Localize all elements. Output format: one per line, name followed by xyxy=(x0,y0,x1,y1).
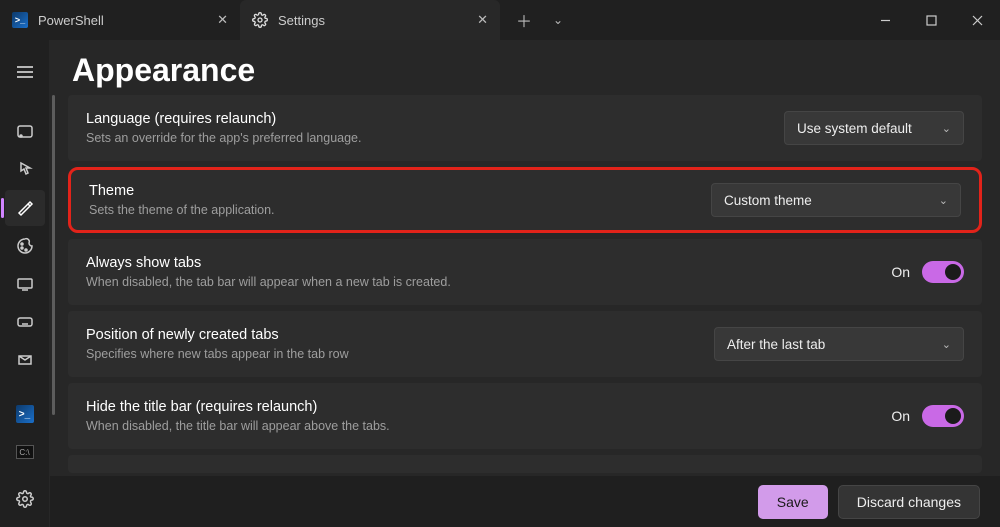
show-tabs-state: On xyxy=(891,264,910,280)
new-tab-dropdown[interactable]: ⌄ xyxy=(544,6,572,34)
page-title: Appearance xyxy=(72,52,255,89)
maximize-button[interactable] xyxy=(908,4,954,36)
sidebar-item-appearance[interactable] xyxy=(5,190,45,226)
row-tab-position-title: Position of newly created tabs xyxy=(86,327,694,343)
hamburger-icon[interactable] xyxy=(5,54,45,90)
theme-select-value: Custom theme xyxy=(724,193,929,208)
hide-title-toggle[interactable] xyxy=(922,405,964,427)
row-language-desc: Sets an override for the app's preferred… xyxy=(86,131,764,145)
minimize-button[interactable] xyxy=(862,4,908,36)
sidebar-item-ps-profile[interactable]: >_ xyxy=(5,396,45,432)
tab-position-value: After the last tab xyxy=(727,337,932,352)
tab-settings[interactable]: Settings ✕ xyxy=(240,0,500,40)
scroll-area: Language (requires relaunch) Sets an ove… xyxy=(50,95,1000,475)
close-icon[interactable]: ✕ xyxy=(477,12,488,28)
sidebar-item-profiles[interactable] xyxy=(5,342,45,378)
row-theme[interactable]: Theme Sets the theme of the application.… xyxy=(68,167,982,233)
row-hide-title-title: Hide the title bar (requires relaunch) xyxy=(86,399,871,415)
row-hide-title-desc: When disabled, the title bar will appear… xyxy=(86,419,871,433)
row-theme-title: Theme xyxy=(89,183,691,199)
sidebar-item-startup[interactable] xyxy=(5,114,45,150)
row-hide-title[interactable]: Hide the title bar (requires relaunch) W… xyxy=(68,383,982,449)
row-language-title: Language (requires relaunch) xyxy=(86,111,764,127)
titlebar: >_ PowerShell ✕ Settings ✕ ＋ ⌄ xyxy=(0,0,1000,40)
language-select[interactable]: Use system default ⌄ xyxy=(784,111,964,145)
window-controls xyxy=(862,4,1000,36)
content-header: Appearance xyxy=(50,40,1000,95)
tab-powershell-label: PowerShell xyxy=(38,13,207,28)
hide-title-state: On xyxy=(891,408,910,424)
discard-button-label: Discard changes xyxy=(857,494,961,510)
sidebar-item-interaction[interactable] xyxy=(5,152,45,188)
footer: Save Discard changes xyxy=(50,475,1000,527)
sidebar-item-color[interactable] xyxy=(5,228,45,264)
show-tabs-toggle[interactable] xyxy=(922,261,964,283)
chevron-down-icon: ⌄ xyxy=(939,194,948,207)
tab-position-select[interactable]: After the last tab ⌄ xyxy=(714,327,964,361)
row-partial[interactable] xyxy=(68,455,982,473)
settings-gear-icon[interactable] xyxy=(5,481,45,517)
discard-button[interactable]: Discard changes xyxy=(838,485,980,519)
sidebar: >_ C:\ xyxy=(0,40,50,527)
close-window-button[interactable] xyxy=(954,4,1000,36)
powershell-icon: >_ xyxy=(12,12,28,28)
row-show-tabs-title: Always show tabs xyxy=(86,255,871,271)
scrollbar[interactable] xyxy=(52,95,55,415)
sidebar-item-actions[interactable] xyxy=(5,304,45,340)
new-tab-button[interactable]: ＋ xyxy=(510,6,538,34)
row-theme-desc: Sets the theme of the application. xyxy=(89,203,691,217)
theme-select[interactable]: Custom theme ⌄ xyxy=(711,183,961,217)
settings-list: Language (requires relaunch) Sets an ove… xyxy=(68,95,982,473)
gear-icon xyxy=(252,12,268,28)
row-tab-position[interactable]: Position of newly created tabs Specifies… xyxy=(68,311,982,377)
language-select-value: Use system default xyxy=(797,121,932,136)
close-icon[interactable]: ✕ xyxy=(217,12,228,28)
tab-settings-label: Settings xyxy=(278,13,467,28)
row-language[interactable]: Language (requires relaunch) Sets an ove… xyxy=(68,95,982,161)
sidebar-item-cmd-profile[interactable]: C:\ xyxy=(5,434,45,470)
tab-powershell[interactable]: >_ PowerShell ✕ xyxy=(0,0,240,40)
save-button[interactable]: Save xyxy=(758,485,828,519)
content: Appearance Language (requires relaunch) … xyxy=(50,40,1000,527)
new-tab-area: ＋ ⌄ xyxy=(500,6,582,34)
sidebar-item-rendering[interactable] xyxy=(5,266,45,302)
chevron-down-icon: ⌄ xyxy=(942,338,951,351)
chevron-down-icon: ⌄ xyxy=(942,122,951,135)
row-show-tabs-desc: When disabled, the tab bar will appear w… xyxy=(86,275,871,289)
row-tab-position-desc: Specifies where new tabs appear in the t… xyxy=(86,347,694,361)
row-show-tabs[interactable]: Always show tabs When disabled, the tab … xyxy=(68,239,982,305)
save-button-label: Save xyxy=(777,494,809,510)
